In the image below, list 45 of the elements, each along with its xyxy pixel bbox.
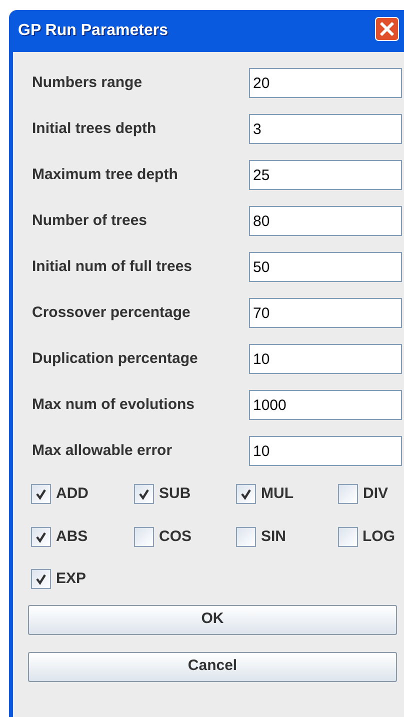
- checkbox[interactable]: [31, 526, 51, 547]
- checkbox[interactable]: [134, 484, 154, 504]
- checkbox-label: EXP: [56, 569, 86, 589]
- field-label: Maximum tree depth: [31, 164, 179, 185]
- window-title: GP Run Parameters: [18, 21, 168, 41]
- check-icon: [35, 530, 47, 543]
- field-label: Max allowable error: [31, 440, 174, 461]
- input-field[interactable]: 20: [249, 68, 402, 98]
- input-field[interactable]: 10: [249, 344, 402, 374]
- checkbox[interactable]: [31, 484, 51, 504]
- check-icon: [35, 488, 47, 500]
- field-label: Numbers range: [31, 72, 144, 93]
- checkbox-label: SIN: [261, 526, 286, 546]
- input-field[interactable]: 1000: [249, 390, 402, 420]
- checkbox-label: MUL: [261, 484, 294, 504]
- check-icon: [138, 488, 150, 500]
- checkbox-label: ABS: [56, 526, 88, 546]
- field-label: Number of trees: [31, 210, 148, 231]
- checkbox-label: SUB: [159, 484, 191, 504]
- field-label: Initial num of full trees: [31, 256, 194, 277]
- checkbox-label: LOG: [362, 526, 395, 546]
- checkbox[interactable]: [338, 526, 358, 547]
- check-icon: [35, 573, 47, 586]
- checkbox[interactable]: [31, 569, 51, 590]
- checkbox-label: DIV: [363, 484, 388, 504]
- input-field[interactable]: 10: [249, 436, 402, 466]
- input-field[interactable]: 50: [249, 252, 402, 282]
- close-icon[interactable]: [375, 17, 399, 41]
- checkbox[interactable]: [134, 526, 154, 547]
- checkbox-label: COS: [159, 526, 192, 546]
- checkbox[interactable]: [236, 526, 256, 547]
- input-field[interactable]: 80: [249, 206, 402, 236]
- field-label: Duplication percentage: [31, 348, 199, 369]
- check-icon: [240, 488, 252, 500]
- input-field[interactable]: 3: [249, 114, 402, 144]
- dialog-button[interactable]: Cancel: [28, 652, 397, 682]
- input-field[interactable]: 25: [249, 160, 402, 190]
- input-field[interactable]: 70: [249, 298, 402, 328]
- checkbox-label: ADD: [56, 484, 88, 504]
- dialog-button[interactable]: OK: [28, 604, 397, 634]
- field-label: Crossover percentage: [31, 302, 192, 323]
- field-label: Initial trees depth: [31, 118, 158, 139]
- field-label: Max num of evolutions: [31, 394, 196, 415]
- checkbox[interactable]: [236, 484, 256, 504]
- checkbox[interactable]: [338, 484, 358, 504]
